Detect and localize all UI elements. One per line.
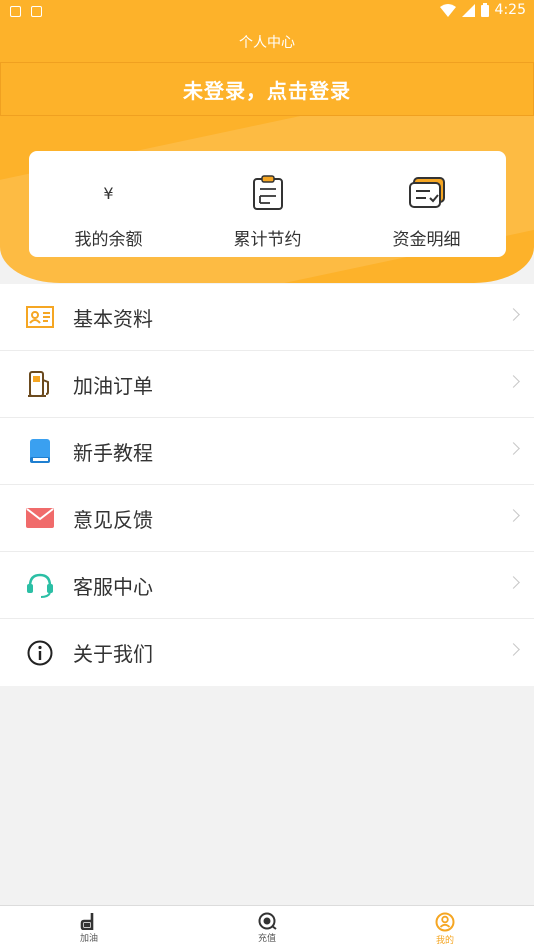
menu-list: 基本资料 加油订单 新手教程 意见反馈 客服中心 关于我们 [0,284,534,686]
headset-icon [26,571,54,599]
status-bar: 4:25 [0,0,534,24]
id-card-icon [26,303,54,331]
stat-label: 累计节约 [233,230,302,250]
info-icon [26,639,54,667]
login-button[interactable]: 未登录，点击登录 [0,62,534,116]
menu-item-feedback[interactable]: 意见反馈 [0,485,534,552]
page-title: 个人中心 [239,35,295,51]
tab-fuel[interactable]: 加油 [0,906,178,951]
tab-label: 充值 [257,934,276,944]
recharge-tab-icon [258,912,277,930]
chevron-right-icon [507,375,520,388]
stat-label: 我的余额 [74,230,143,250]
menu-item-customer-service[interactable]: 客服中心 [0,552,534,619]
battery-icon [480,3,489,17]
yen-icon: ¥ [103,183,114,203]
fuel-tab-icon [80,913,94,930]
wifi-icon [439,3,456,17]
menu-label: 加油订单 [73,373,153,398]
menu-label: 新手教程 [73,440,153,465]
tab-label: 我的 [435,936,454,946]
stat-savings[interactable]: 累计节约 [188,151,347,257]
menu-label: 基本资料 [73,306,153,331]
fuel-pump-icon [26,370,54,398]
stat-label: 资金明细 [392,230,461,250]
user-tab-icon [435,912,455,932]
wallet-list-icon [408,173,446,213]
chevron-right-icon [507,643,520,656]
notification-icon [31,6,42,17]
menu-item-about[interactable]: 关于我们 [0,619,534,686]
signal-icon [461,3,475,17]
menu-label: 客服中心 [73,574,153,599]
chevron-right-icon [507,576,520,589]
book-icon [26,437,54,465]
tab-recharge[interactable]: 充值 [178,906,356,951]
bottom-tab-bar: 加油 充值 我的 [0,905,534,951]
chevron-right-icon [507,509,520,522]
tab-label: 加油 [79,934,98,944]
chevron-right-icon [507,442,520,455]
status-time: 4:25 [494,2,526,18]
menu-item-tutorial[interactable]: 新手教程 [0,418,534,485]
stats-card: ¥ 我的余额 累计节约 资金明细 [29,151,506,257]
menu-item-fuel-orders[interactable]: 加油订单 [0,351,534,418]
menu-label: 意见反馈 [73,507,153,532]
tab-mine[interactable]: 我的 [356,906,534,951]
menu-item-profile[interactable]: 基本资料 [0,284,534,351]
chevron-right-icon [507,308,520,321]
stat-balance[interactable]: ¥ 我的余额 [29,151,188,257]
notification-icon [10,6,21,17]
stat-fund-details[interactable]: 资金明细 [347,151,506,257]
mail-icon [26,504,54,532]
clipboard-icon [252,173,284,213]
menu-label: 关于我们 [73,642,153,666]
